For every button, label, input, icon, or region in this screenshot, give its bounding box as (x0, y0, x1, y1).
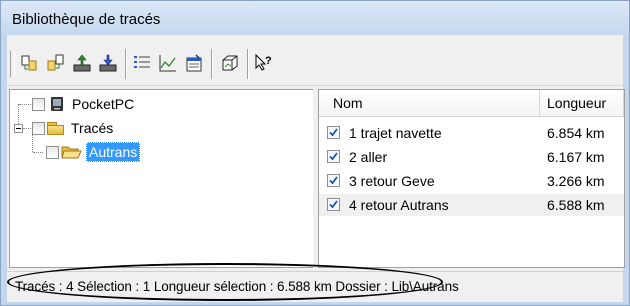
row-name: 2 aller (349, 149, 388, 165)
checkmark-icon (329, 176, 338, 185)
row-name: 1 trajet navette (349, 125, 442, 141)
3d-view-icon (222, 55, 238, 71)
upload-icon (73, 54, 91, 72)
download-icon (99, 54, 117, 72)
tree-node-pocketpc[interactable]: PocketPC (32, 94, 134, 114)
copy-track-icon (47, 54, 64, 71)
list-icon (134, 56, 150, 68)
row-name: 4 retour Autrans (349, 197, 449, 213)
column-header-length[interactable]: Longueur (547, 95, 606, 111)
copy-track-button[interactable] (45, 51, 67, 75)
column-divider[interactable] (539, 90, 540, 116)
checkmark-icon (329, 128, 338, 137)
copy-folder-button[interactable] (19, 51, 41, 75)
list-item[interactable]: 4 retour Autrans 6.588 km (319, 194, 624, 216)
folder-icon (47, 121, 65, 135)
column-header-name[interactable]: Nom (333, 95, 363, 111)
svg-text:?: ? (265, 55, 272, 67)
row-checkbox[interactable] (327, 198, 340, 211)
list-item[interactable]: 2 aller 6.167 km (319, 146, 624, 168)
device-icon (51, 97, 63, 111)
folder-tree[interactable]: PocketPC Tracés Autrans (9, 89, 315, 268)
chart-icon (159, 55, 176, 72)
tree-node-traces[interactable]: Tracés (32, 118, 113, 138)
window-client: ? PocketPC Tracés Autrans Nom Longueur 1… (7, 35, 625, 302)
tree-node-label: Tracés (71, 120, 114, 136)
row-length: 6.167 km (547, 149, 605, 165)
tree-checkbox[interactable] (32, 97, 45, 111)
toolbar: ? (7, 35, 623, 86)
tree-node-label: PocketPC (72, 96, 135, 112)
column-divider[interactable] (623, 90, 624, 116)
toolbar-grip[interactable] (10, 51, 15, 77)
row-name: 3 retour Geve (349, 173, 435, 189)
tree-node-label: Autrans (86, 142, 141, 162)
checkmark-icon (329, 200, 338, 209)
library-window: Bibliothèque de tracés ? PocketPC Tracés… (0, 0, 630, 306)
toolbar-separator (125, 49, 127, 79)
folder-open-icon (61, 146, 82, 159)
list-header: Nom Longueur (319, 90, 624, 117)
3d-view-button[interactable] (219, 51, 241, 75)
properties-button[interactable] (183, 51, 205, 75)
help-button[interactable]: ? (253, 51, 275, 75)
list-item[interactable]: 1 trajet navette 6.854 km (319, 122, 624, 144)
row-length: 3.266 km (547, 173, 605, 189)
track-list[interactable]: Nom Longueur 1 trajet navette 6.854 km 2… (318, 89, 625, 268)
list-item[interactable]: 3 retour Geve 3.266 km (319, 170, 624, 192)
annotation-ellipse (7, 263, 443, 301)
tree-node-autrans[interactable]: Autrans (46, 142, 141, 162)
toolbar-separator (247, 49, 249, 79)
list-button[interactable] (131, 51, 153, 75)
tree-line (33, 152, 43, 153)
copy-folder-icon (21, 55, 37, 71)
toolbar-separator (211, 49, 213, 79)
upload-button[interactable] (71, 51, 93, 75)
window-title: Bibliothèque de tracés (12, 11, 161, 28)
chart-button[interactable] (157, 51, 179, 75)
help-pointer-icon: ? (255, 53, 272, 71)
tree-line (23, 128, 31, 129)
tree-checkbox[interactable] (46, 145, 59, 159)
row-checkbox[interactable] (327, 126, 340, 139)
tree-collapse-toggle[interactable] (14, 124, 23, 133)
row-length: 6.588 km (547, 197, 605, 213)
checkmark-icon (329, 152, 338, 161)
properties-icon (186, 54, 202, 72)
row-checkbox[interactable] (327, 174, 340, 187)
row-checkbox[interactable] (327, 150, 340, 163)
row-length: 6.854 km (547, 125, 605, 141)
title-bar[interactable]: Bibliothèque de tracés (1, 1, 629, 35)
tree-checkbox[interactable] (32, 121, 45, 135)
tree-line (19, 104, 31, 105)
download-button[interactable] (97, 51, 119, 75)
